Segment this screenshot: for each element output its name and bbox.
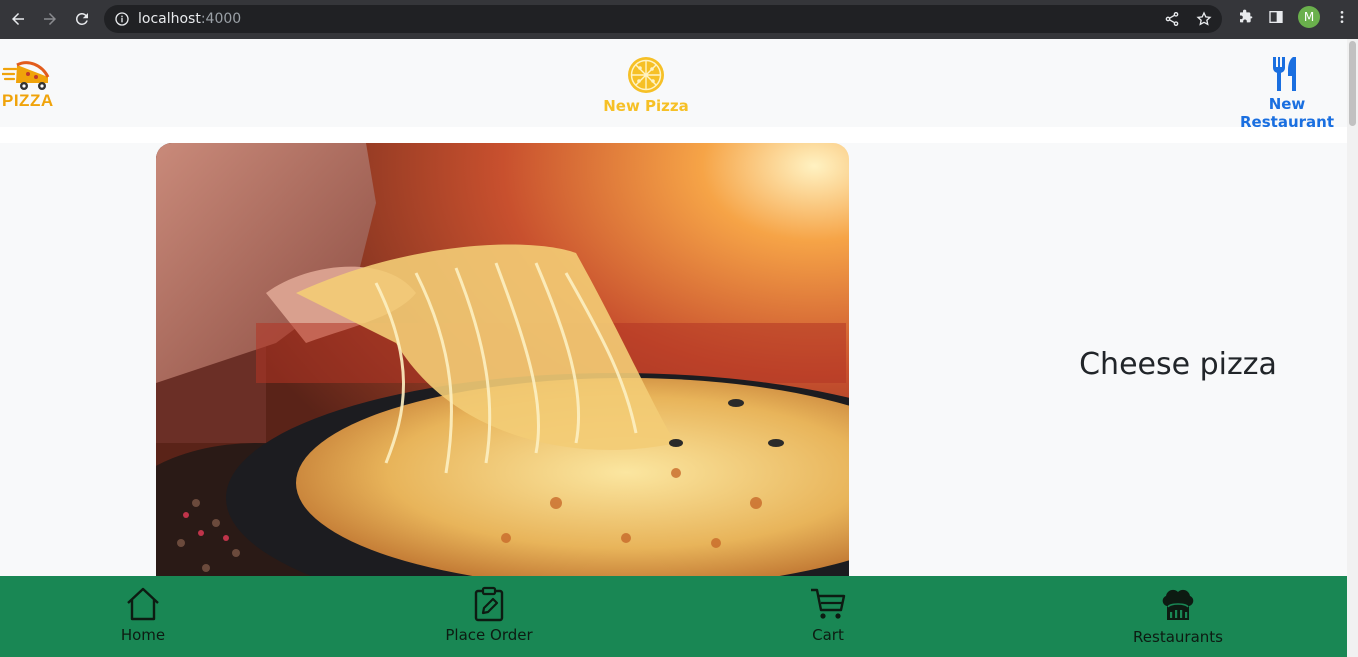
url-text: localhost:4000	[138, 11, 241, 27]
nav-restaurants[interactable]: Restaurants	[1120, 586, 1236, 646]
brand-text: PIZZA	[2, 91, 54, 110]
brand-logo[interactable]: PIZZA	[0, 59, 66, 110]
nav-cart[interactable]: Cart	[790, 586, 866, 644]
header-divider	[0, 127, 1347, 143]
new-pizza-label: New Pizza	[603, 97, 689, 115]
chef-hat-icon	[1162, 589, 1194, 620]
new-restaurant-label: New Restaurant	[1240, 95, 1334, 131]
new-restaurant-link[interactable]: New Restaurant	[1222, 55, 1347, 131]
nav-place-order[interactable]: Place Order	[430, 586, 548, 644]
info-icon[interactable]	[114, 11, 130, 27]
extensions-icon[interactable]	[1238, 9, 1254, 25]
reload-icon[interactable]	[66, 3, 98, 35]
home-icon	[127, 587, 159, 621]
address-bar[interactable]: localhost:4000	[104, 5, 1222, 33]
page-scrollbar[interactable]	[1347, 39, 1358, 657]
share-icon[interactable]	[1164, 11, 1180, 27]
url-host: localhost	[138, 11, 201, 27]
nav-cart-label: Cart	[812, 626, 844, 644]
page: PIZZA New Pizza New Restaurant Cheese pi…	[0, 39, 1347, 657]
back-icon[interactable]	[2, 3, 34, 35]
bookmark-star-icon[interactable]	[1196, 11, 1212, 27]
nav-place-order-label: Place Order	[445, 626, 533, 644]
scrollbar-thumb[interactable]	[1349, 41, 1356, 126]
pizza-title: Cheese pizza	[1079, 347, 1277, 382]
new-pizza-link[interactable]: New Pizza	[590, 55, 702, 115]
forward-icon[interactable]	[34, 3, 66, 35]
pizza-photo	[156, 143, 849, 603]
pizza-icon	[628, 57, 664, 93]
bottom-navbar: Home Place Order Cart Restaurants	[0, 576, 1347, 657]
top-navbar: PIZZA New Pizza New Restaurant	[0, 39, 1347, 131]
side-panel-icon[interactable]	[1268, 9, 1284, 25]
nav-restaurants-label: Restaurants	[1133, 628, 1223, 646]
clipboard-edit-icon	[474, 586, 504, 622]
pizza-delivery-logo-icon	[0, 61, 50, 90]
nav-home[interactable]: Home	[100, 586, 186, 644]
menu-kebab-icon[interactable]	[1334, 9, 1350, 25]
browser-toolbar: localhost:4000 M	[0, 0, 1358, 39]
cart-icon	[811, 588, 846, 619]
profile-avatar[interactable]: M	[1298, 6, 1320, 28]
nav-home-label: Home	[120, 626, 166, 644]
url-port: :4000	[200, 11, 242, 27]
fork-knife-icon	[1273, 57, 1296, 91]
